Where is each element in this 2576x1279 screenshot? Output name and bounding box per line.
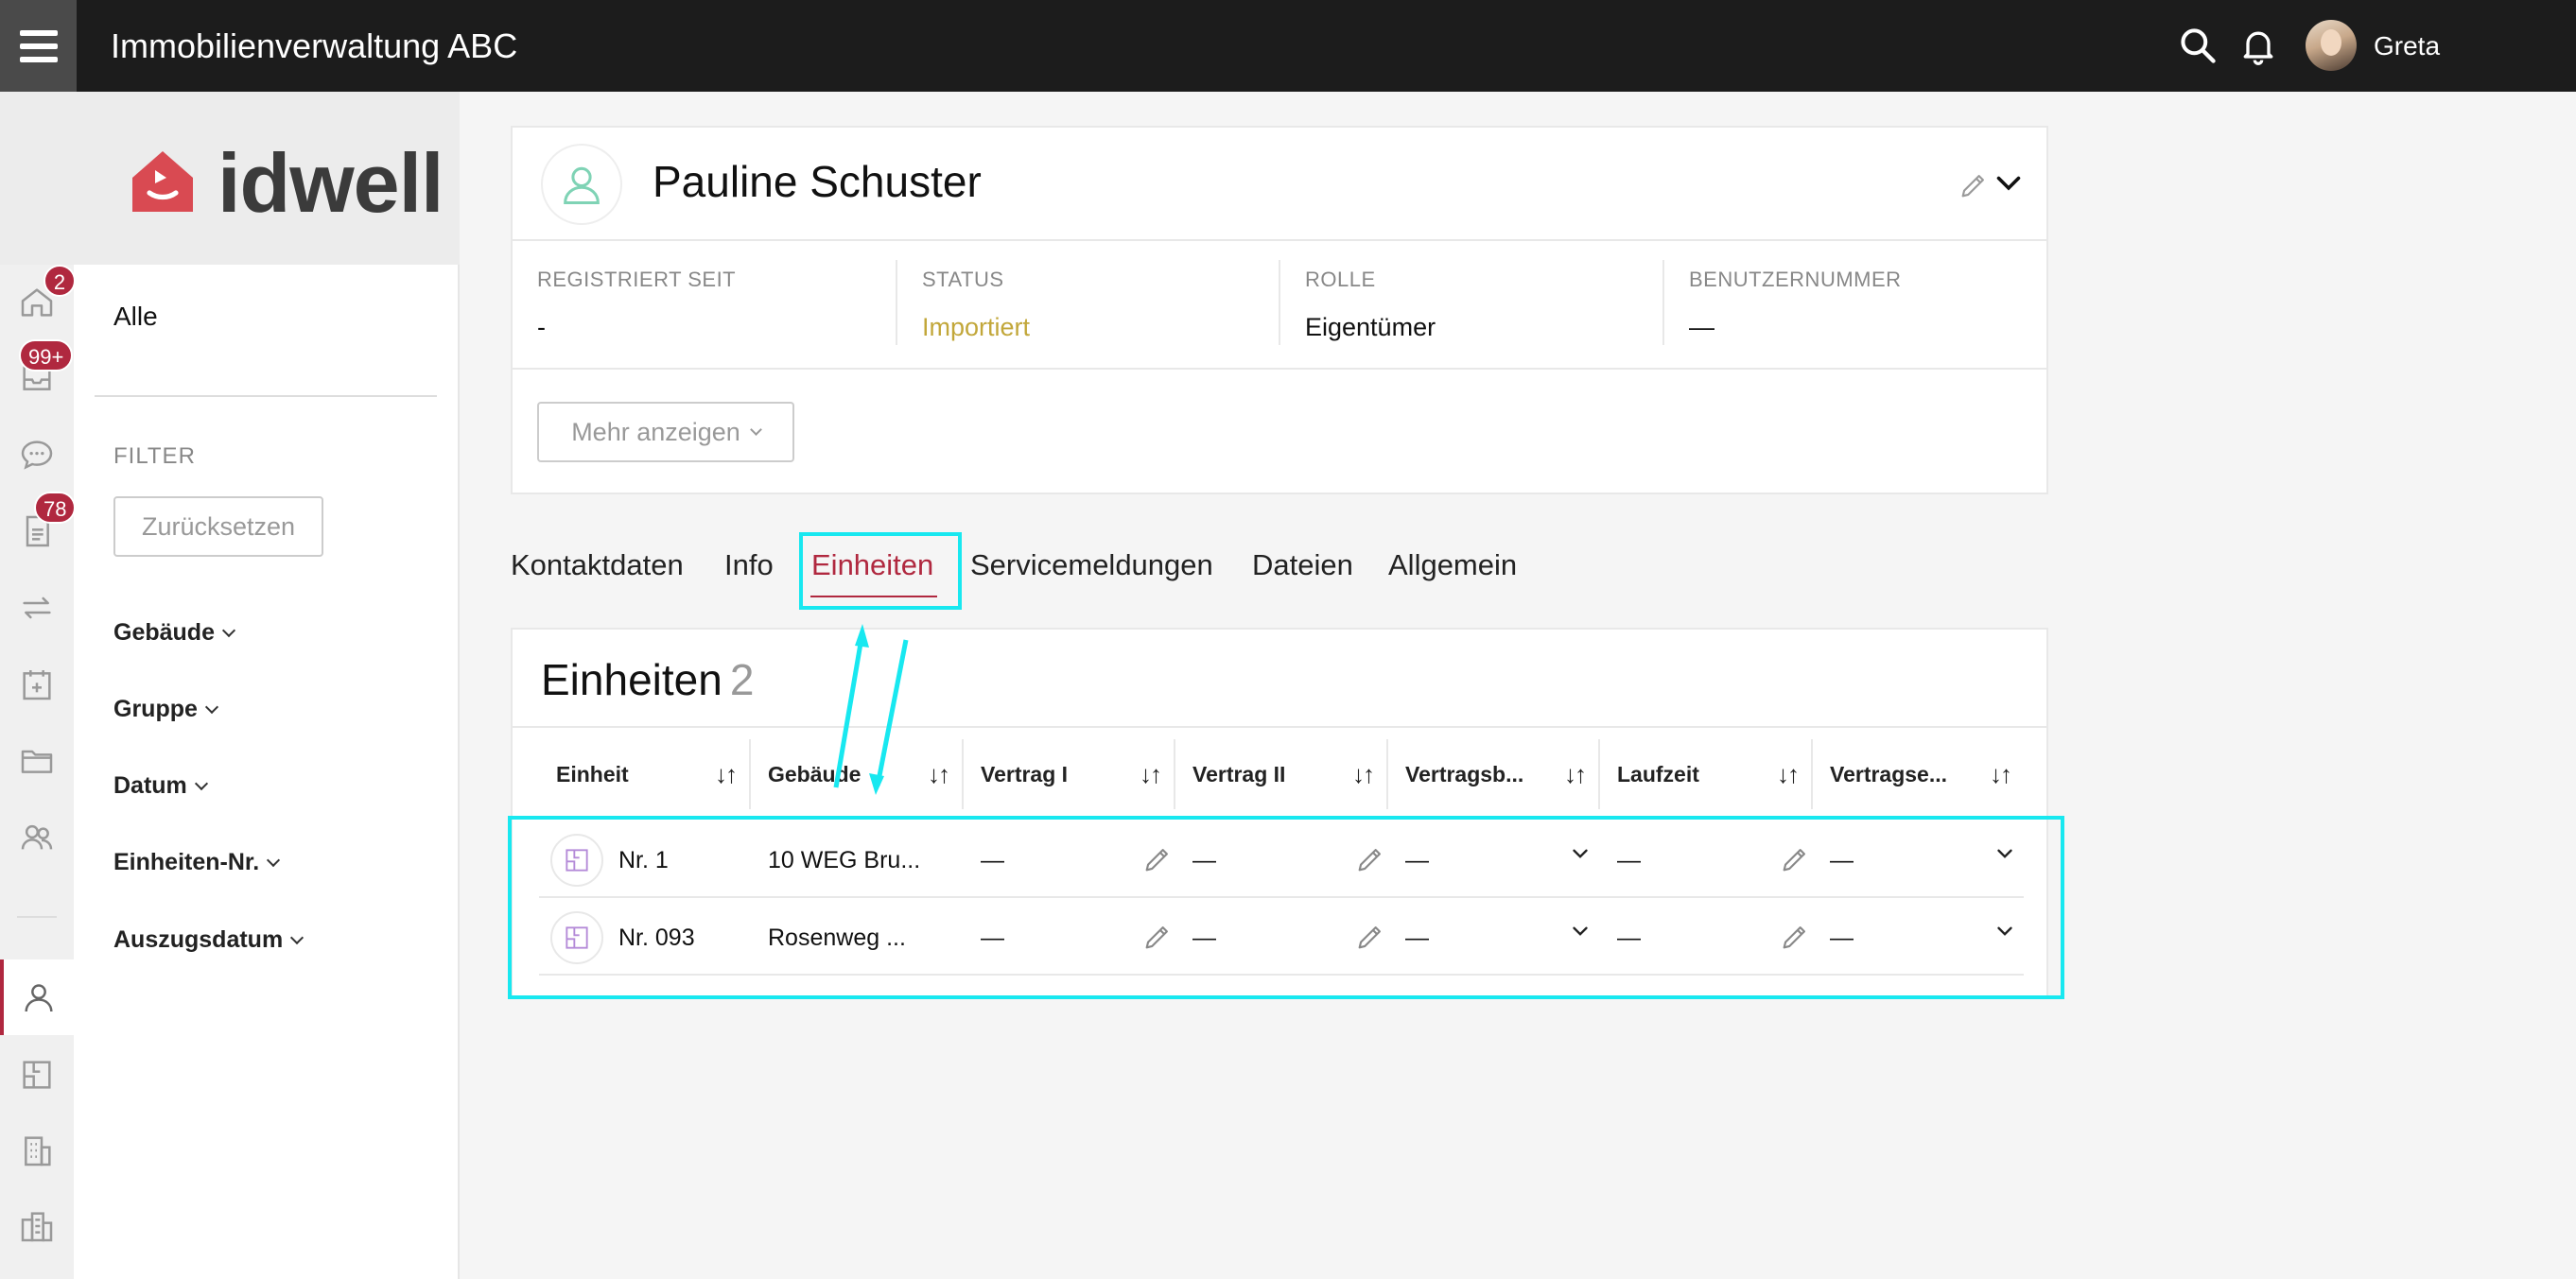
chat-icon[interactable]: [0, 426, 74, 483]
table-header: Einheit ↓↑ Gebäude ↓↑ Vertrag I ↓↑ Vertrag …: [539, 739, 2024, 809]
folder-icon[interactable]: [0, 733, 74, 789]
tab-servicemeldungen[interactable]: Servicemeldungen: [970, 548, 1213, 582]
col-laufzeit[interactable]: Laufzeit ↓↑: [1600, 739, 1813, 809]
reset-button[interactable]: Zurücksetzen: [113, 496, 323, 557]
col-einheit[interactable]: Einheit ↓↑: [539, 739, 751, 809]
filter-gruppe[interactable]: Gruppe: [113, 696, 218, 723]
chevron-down-icon: [290, 930, 305, 944]
profile-name: Pauline Schuster: [653, 157, 982, 206]
house-logo-icon: [132, 151, 193, 212]
home-badge: 2: [44, 265, 76, 297]
col-vertrag-1[interactable]: Vertrag I ↓↑: [964, 739, 1175, 809]
sort-icon[interactable]: ↓↑: [1564, 760, 1587, 789]
col-vertragsbeginn[interactable]: Vertragsb... ↓↑: [1388, 739, 1600, 809]
documents-badge: 78: [34, 492, 77, 524]
filter-all[interactable]: Alle: [113, 302, 158, 332]
profile-avatar-icon: [541, 144, 622, 225]
icon-rail: 2 99+ 78: [0, 92, 77, 1279]
tab-info[interactable]: Info: [724, 548, 774, 582]
sort-icon[interactable]: ↓↑: [715, 760, 738, 789]
logo-text: idwell: [218, 136, 444, 230]
chevron-down-icon: [194, 776, 208, 790]
units-title: Einheiten 2: [541, 655, 755, 704]
filter-datum[interactable]: Datum: [113, 772, 208, 800]
user-name[interactable]: Greta: [2374, 0, 2440, 92]
menu-icon[interactable]: [0, 0, 77, 92]
sort-icon[interactable]: ↓↑: [928, 760, 950, 789]
contacts-icon[interactable]: [0, 808, 74, 865]
units-count: 2: [729, 655, 755, 704]
filter-auszugsdatum[interactable]: Auszugsdatum: [113, 926, 305, 954]
sort-icon[interactable]: ↓↑: [1352, 760, 1375, 789]
info-registered: REGISTRIERT SEIT -: [537, 268, 737, 341]
user-avatar[interactable]: [2306, 20, 2357, 71]
tab-allgemein[interactable]: Allgemein: [1388, 548, 1517, 582]
logo: idwell: [74, 92, 460, 265]
filter-heading: FILTER: [113, 443, 196, 469]
edit-icon[interactable]: [1958, 169, 1990, 201]
filter-gebaeude[interactable]: Gebäude: [113, 619, 236, 647]
floorplan-icon[interactable]: [0, 1046, 74, 1103]
tab-kontaktdaten[interactable]: Kontaktdaten: [511, 548, 684, 582]
buildings-icon[interactable]: [0, 1198, 74, 1254]
inbox-badge: 99+: [19, 339, 74, 372]
chevron-down-icon: [204, 700, 218, 714]
top-bar: Immobilienverwaltung ABC Greta: [0, 0, 2576, 92]
rows-highlight-box: [508, 816, 2064, 999]
person-icon[interactable]: [0, 959, 74, 1035]
info-role: ROLLE Eigentümer: [1279, 260, 1662, 345]
annotation-arrows-icon: [833, 624, 909, 795]
filter-panel: idwell Alle FILTER Zurücksetzen Gebäude …: [74, 92, 460, 1279]
building-icon[interactable]: [0, 1122, 74, 1179]
chevron-down-icon: [267, 853, 281, 867]
filter-einheiten-nr[interactable]: Einheiten-Nr.: [113, 849, 281, 876]
chevron-down-icon: [749, 423, 762, 436]
info-status: STATUS Importiert: [896, 260, 1279, 345]
tab-dateien[interactable]: Dateien: [1252, 548, 1353, 582]
info-user-number: BENUTZERNUMMER —: [1662, 260, 2046, 345]
tab-highlight-box: [799, 532, 962, 610]
transfer-icon[interactable]: [0, 579, 74, 636]
chevron-down-icon[interactable]: [1992, 165, 2026, 199]
app-title: Immobilienverwaltung ABC: [111, 26, 518, 65]
profile-card: Pauline Schuster REGISTRIERT SEIT - STAT…: [511, 126, 2048, 494]
calendar-icon[interactable]: [0, 656, 74, 713]
more-button[interactable]: Mehr anzeigen: [537, 402, 794, 462]
bell-icon[interactable]: [2237, 25, 2279, 66]
search-icon[interactable]: [2177, 25, 2219, 66]
chevron-down-icon: [221, 623, 236, 637]
col-vertragsende[interactable]: Vertragse... ↓↑: [1813, 739, 2024, 809]
profile-info-row: REGISTRIERT SEIT - STATUS Importiert ROL…: [513, 241, 2046, 370]
col-vertrag-2[interactable]: Vertrag II ↓↑: [1175, 739, 1388, 809]
sort-icon[interactable]: ↓↑: [1777, 760, 1800, 789]
sort-icon[interactable]: ↓↑: [1990, 760, 2012, 789]
sort-icon[interactable]: ↓↑: [1140, 760, 1162, 789]
